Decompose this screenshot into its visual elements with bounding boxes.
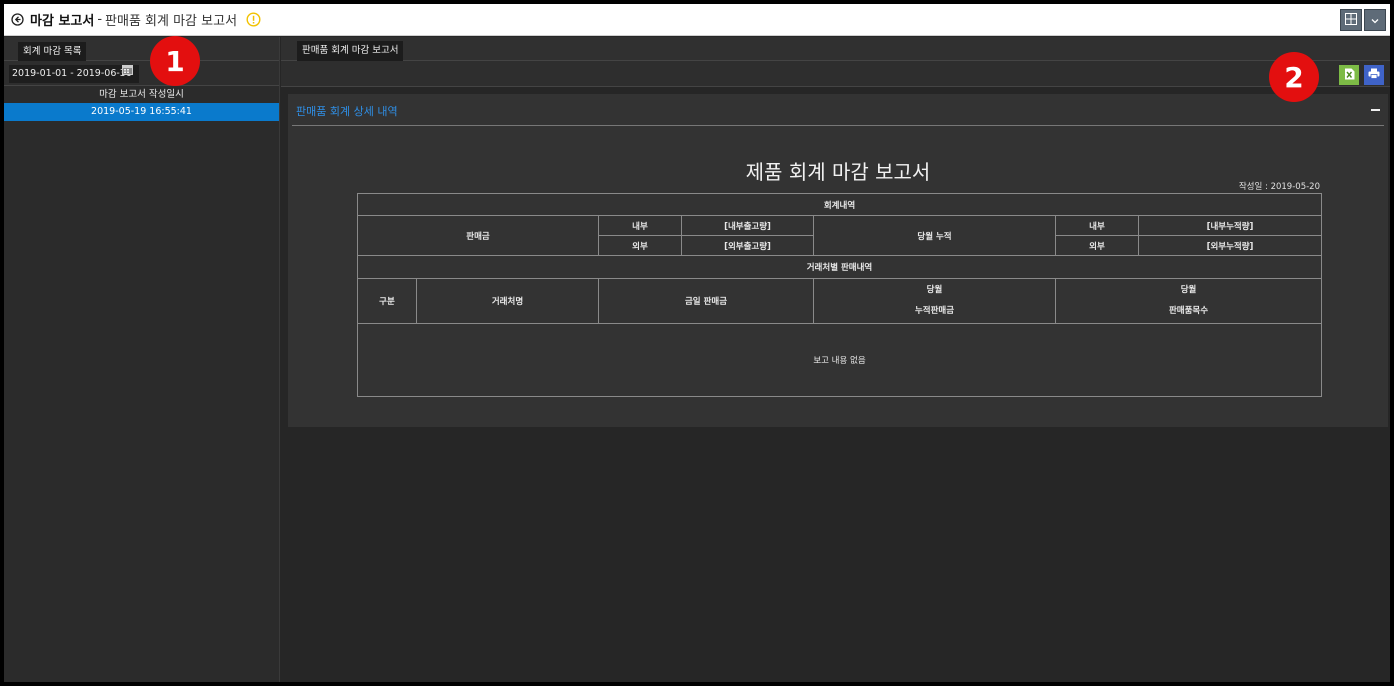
app-window: 마감 보고서 - 판매품 회계 마감 보고서 회계 마감 목록 2019-01-… [0,0,1394,686]
table-row: 판매금 내부 [내부출고량] 당월 누적 내부 [내부누적량] [357,215,1323,256]
info-warning-icon[interactable] [245,12,261,28]
section-header: 거래처별 판매내역 [356,255,1323,279]
report-actions [281,61,1390,87]
page-subtitle: 판매품 회계 마감 보고서 [105,14,238,29]
report-title: 제품 회계 마감 보고서 [745,160,931,184]
page-title: 마감 보고서 [30,14,95,29]
grid-view-icon [1345,12,1357,28]
table-row: 구분 거래처명 금일 판매금 당월 누적판매금 당월 판매품목수 [357,278,1323,324]
tab-closing-list[interactable]: 회계 마감 목록 [18,42,87,61]
list-header: 마감 보고서 작성일시 [4,86,279,103]
table-cell: 외부 [1055,235,1139,256]
table-cell: [외부누적량] [1137,235,1323,256]
column-header: 금일 판매금 [598,278,814,324]
column-header: 거래처명 [416,278,599,324]
date-range-input[interactable]: 2019-01-01 - 2019-06-30 [9,65,139,83]
print-button[interactable] [1364,65,1384,85]
view-controls [1340,9,1386,31]
report-panel: 판매품 회계 마감 보고서 판매품 회계 상세 내역 제품 회계 마감 보고서 … [281,37,1390,682]
column-header: 당월 판매품목수 [1054,278,1323,324]
excel-export-button[interactable] [1339,65,1359,85]
chevron-down-icon [1371,14,1379,27]
report-date: 작성일 : 2019-05-20 [1238,182,1320,192]
title-separator: - [97,12,103,27]
table-cell: 당월 누적 [813,215,1056,256]
column-header: 구분 [357,278,417,324]
table-cell: 내부 [1055,215,1139,236]
table-cell: [내부출고량] [681,215,814,236]
right-tab-bar: 판매품 회계 마감 보고서 [281,37,1390,61]
date-filter-row: 2019-01-01 - 2019-06-30 [4,61,279,86]
column-header-line: 판매품목수 [1168,306,1209,316]
left-tab-bar: 회계 마감 목록 [4,37,279,61]
view-dropdown-button[interactable] [1364,9,1386,31]
table-cell: [외부출고량] [681,235,814,256]
table-row: 거래처별 판매내역 [356,255,1323,279]
table-cell: 외부 [598,235,682,256]
excel-export-icon [1344,68,1355,83]
table-cell: 내부 [598,215,682,236]
panel-header: 판매품 회계 상세 내역 [292,94,1384,126]
grid-view-button[interactable] [1340,9,1362,31]
table-row: 회계내역 [356,193,1323,216]
table-cell: 판매금 [357,215,599,256]
column-header-line: 당월 [926,285,943,295]
print-icon [1368,68,1380,82]
list-item[interactable]: 2019-05-19 16:55:41 [4,103,279,121]
annotation-badge-2: 2 [1269,52,1319,102]
empty-message: 보고 내용 없음 [356,323,1323,397]
section-title: 판매품 회계 상세 내역 [296,105,398,118]
closing-list-panel: 회계 마감 목록 2019-01-01 - 2019-06-30 마감 보고서 … [4,37,280,682]
column-header: 당월 누적판매금 [813,278,1056,324]
section-header: 회계내역 [356,193,1323,216]
column-header-line: 누적판매금 [914,306,955,316]
annotation-badge-1: 1 [150,36,200,86]
calendar-icon[interactable] [122,64,134,76]
tab-sales-closing-report[interactable]: 판매품 회계 마감 보고서 [297,41,404,61]
title-bar: 마감 보고서 - 판매품 회계 마감 보고서 [4,4,1390,36]
table-row: 보고 내용 없음 [356,323,1323,397]
collapse-minus-icon[interactable] [1371,109,1380,111]
sales-detail-panel: 판매품 회계 상세 내역 제품 회계 마감 보고서 작성일 : 2019-05-… [288,94,1388,427]
column-header-line: 당월 [1180,285,1197,295]
table-cell: [내부누적량] [1137,215,1323,236]
report-table: 회계내역 판매금 내부 [내부출고량] 당월 누적 내부 [내부누적량] 외부 … [356,193,1323,397]
back-arrow-icon[interactable] [10,13,24,27]
